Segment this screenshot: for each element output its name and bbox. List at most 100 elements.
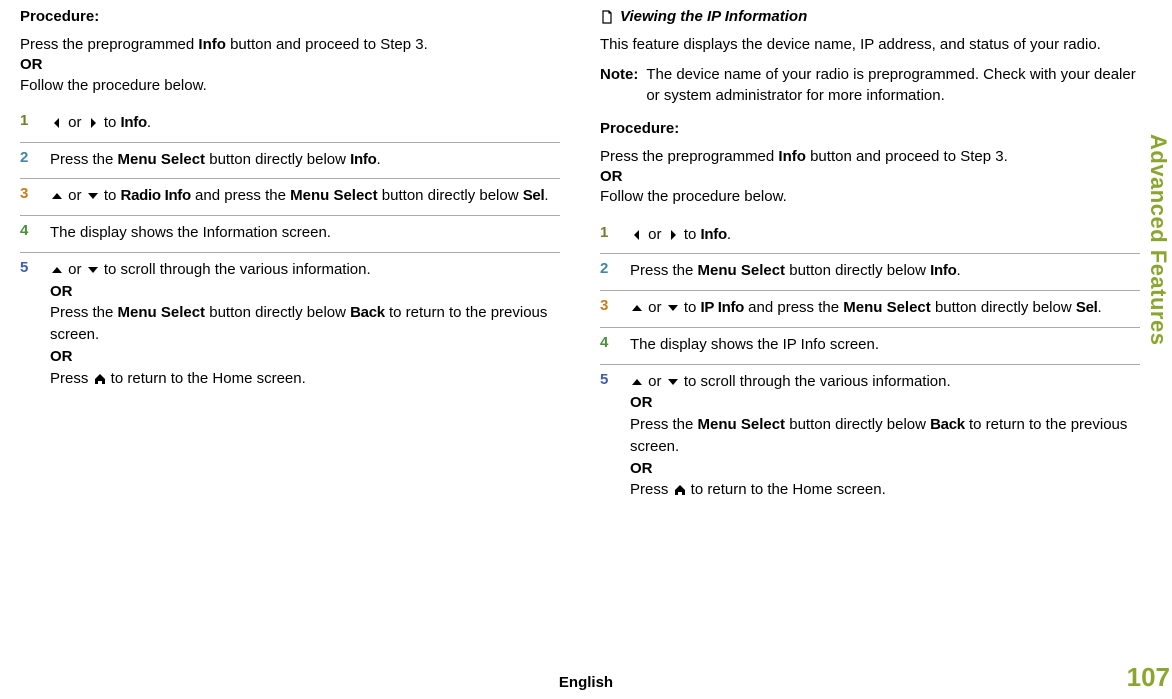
t: to scroll through the various informatio… bbox=[680, 373, 951, 390]
step-5: 5 or to scroll through the various infor… bbox=[600, 365, 1140, 510]
t: to bbox=[680, 299, 701, 316]
right-arrow-icon bbox=[666, 228, 680, 242]
step-5: 5 or to scroll through the various infor… bbox=[20, 253, 560, 398]
intro-or: OR bbox=[600, 168, 623, 185]
home-icon bbox=[673, 483, 687, 497]
up-arrow-icon bbox=[50, 189, 64, 203]
step-body: Press the Menu Select button directly be… bbox=[50, 149, 560, 171]
t: Press the bbox=[50, 304, 118, 321]
t: . bbox=[147, 114, 151, 131]
t: Press the bbox=[50, 151, 118, 168]
procedure-intro: Press the preprogrammed Info button and … bbox=[20, 35, 560, 96]
step-number: 4 bbox=[20, 222, 38, 239]
or-label: OR bbox=[50, 283, 73, 300]
right-column: Viewing the IP Information This feature … bbox=[600, 8, 1140, 509]
menu-sel: Sel bbox=[1076, 299, 1098, 316]
menu-select-label: Menu Select bbox=[698, 262, 786, 279]
t: to return to the Home screen. bbox=[107, 370, 306, 387]
step-number: 5 bbox=[600, 371, 618, 388]
note-label: Note: bbox=[600, 65, 638, 106]
or-label: OR bbox=[630, 394, 653, 411]
t: . bbox=[1097, 299, 1101, 316]
intro-text: Press the preprogrammed bbox=[20, 36, 198, 53]
up-arrow-icon bbox=[630, 301, 644, 315]
t: to scroll through the various informatio… bbox=[100, 261, 371, 278]
note-body: The device name of your radio is preprog… bbox=[646, 65, 1140, 106]
t: or bbox=[644, 373, 666, 390]
intro-follow: Follow the procedure below. bbox=[20, 77, 207, 94]
step-body: or to Radio Info and press the Menu Sele… bbox=[50, 185, 560, 207]
t: . bbox=[376, 151, 380, 168]
step-number: 4 bbox=[600, 334, 618, 351]
left-arrow-icon bbox=[50, 116, 64, 130]
step-3: 3 or to IP Info and press the Menu Selec… bbox=[600, 291, 1140, 328]
intro-text2: button and proceed to Step 3. bbox=[806, 148, 1008, 165]
menu-ip-info: IP Info bbox=[701, 299, 744, 316]
step-number: 1 bbox=[600, 224, 618, 241]
step-body: or to Info. bbox=[630, 224, 1140, 246]
menu-select-label: Menu Select bbox=[843, 299, 931, 316]
right-arrow-icon bbox=[86, 116, 100, 130]
intro-or: OR bbox=[20, 56, 43, 73]
intro-text2: button and proceed to Step 3. bbox=[226, 36, 428, 53]
t: button directly below bbox=[931, 299, 1076, 316]
step-body: or to scroll through the various informa… bbox=[630, 371, 1140, 502]
step-body: or to scroll through the various informa… bbox=[50, 259, 560, 390]
step-number: 2 bbox=[600, 260, 618, 277]
procedure-heading: Procedure: bbox=[20, 8, 560, 25]
language-label: English bbox=[559, 674, 613, 691]
t: and press the bbox=[744, 299, 843, 316]
intro-text: Press the preprogrammed bbox=[600, 148, 778, 165]
step-1: 1 or to Info. bbox=[600, 218, 1140, 255]
t: Press the bbox=[630, 416, 698, 433]
t: . bbox=[544, 187, 548, 204]
t: button directly below bbox=[785, 416, 930, 433]
t: button directly below bbox=[378, 187, 523, 204]
step-body: The display shows the Information screen… bbox=[50, 222, 560, 244]
t: button directly below bbox=[205, 304, 350, 321]
sidebar-label: Advanced Features bbox=[1145, 134, 1171, 345]
t: or bbox=[64, 114, 86, 131]
menu-select-label: Menu Select bbox=[118, 304, 206, 321]
t: . bbox=[956, 262, 960, 279]
down-arrow-icon bbox=[666, 301, 680, 315]
intro-follow: Follow the procedure below. bbox=[600, 188, 787, 205]
step-4: 4 The display shows the Information scre… bbox=[20, 216, 560, 253]
step-1: 1 or to Info. bbox=[20, 106, 560, 143]
step-body: or to IP Info and press the Menu Select … bbox=[630, 297, 1140, 319]
document-icon bbox=[600, 10, 614, 24]
step-number: 5 bbox=[20, 259, 38, 276]
t: or bbox=[64, 261, 86, 278]
down-arrow-icon bbox=[86, 189, 100, 203]
menu-radio-info: Radio Info bbox=[121, 187, 191, 204]
t: to return to the Home screen. bbox=[687, 481, 886, 498]
t: and press the bbox=[191, 187, 290, 204]
t: to bbox=[100, 187, 121, 204]
t: Press the bbox=[630, 262, 698, 279]
step-2: 2 Press the Menu Select button directly … bbox=[600, 254, 1140, 291]
left-column: Procedure: Press the preprogrammed Info … bbox=[20, 8, 560, 509]
section-intro: This feature displays the device name, I… bbox=[600, 35, 1140, 55]
section-heading: Viewing the IP Information bbox=[600, 8, 1140, 25]
step-body: or to Info. bbox=[50, 112, 560, 134]
step-number: 2 bbox=[20, 149, 38, 166]
menu-select-label: Menu Select bbox=[118, 151, 206, 168]
t: button directly below bbox=[785, 262, 930, 279]
t: or bbox=[64, 187, 86, 204]
up-arrow-icon bbox=[630, 375, 644, 389]
t: Press bbox=[630, 481, 673, 498]
t: Press bbox=[50, 370, 93, 387]
step-2: 2 Press the Menu Select button directly … bbox=[20, 143, 560, 180]
t: to bbox=[100, 114, 121, 131]
menu-back: Back bbox=[350, 304, 385, 321]
page-number: 107 bbox=[1127, 662, 1170, 693]
home-icon bbox=[93, 372, 107, 386]
or-label: OR bbox=[50, 348, 73, 365]
down-arrow-icon bbox=[86, 263, 100, 277]
step-body: Press the Menu Select button directly be… bbox=[630, 260, 1140, 282]
left-arrow-icon bbox=[630, 228, 644, 242]
or-label: OR bbox=[630, 460, 653, 477]
procedure-intro: Press the preprogrammed Info button and … bbox=[600, 147, 1140, 208]
down-arrow-icon bbox=[666, 375, 680, 389]
t: . bbox=[727, 226, 731, 243]
